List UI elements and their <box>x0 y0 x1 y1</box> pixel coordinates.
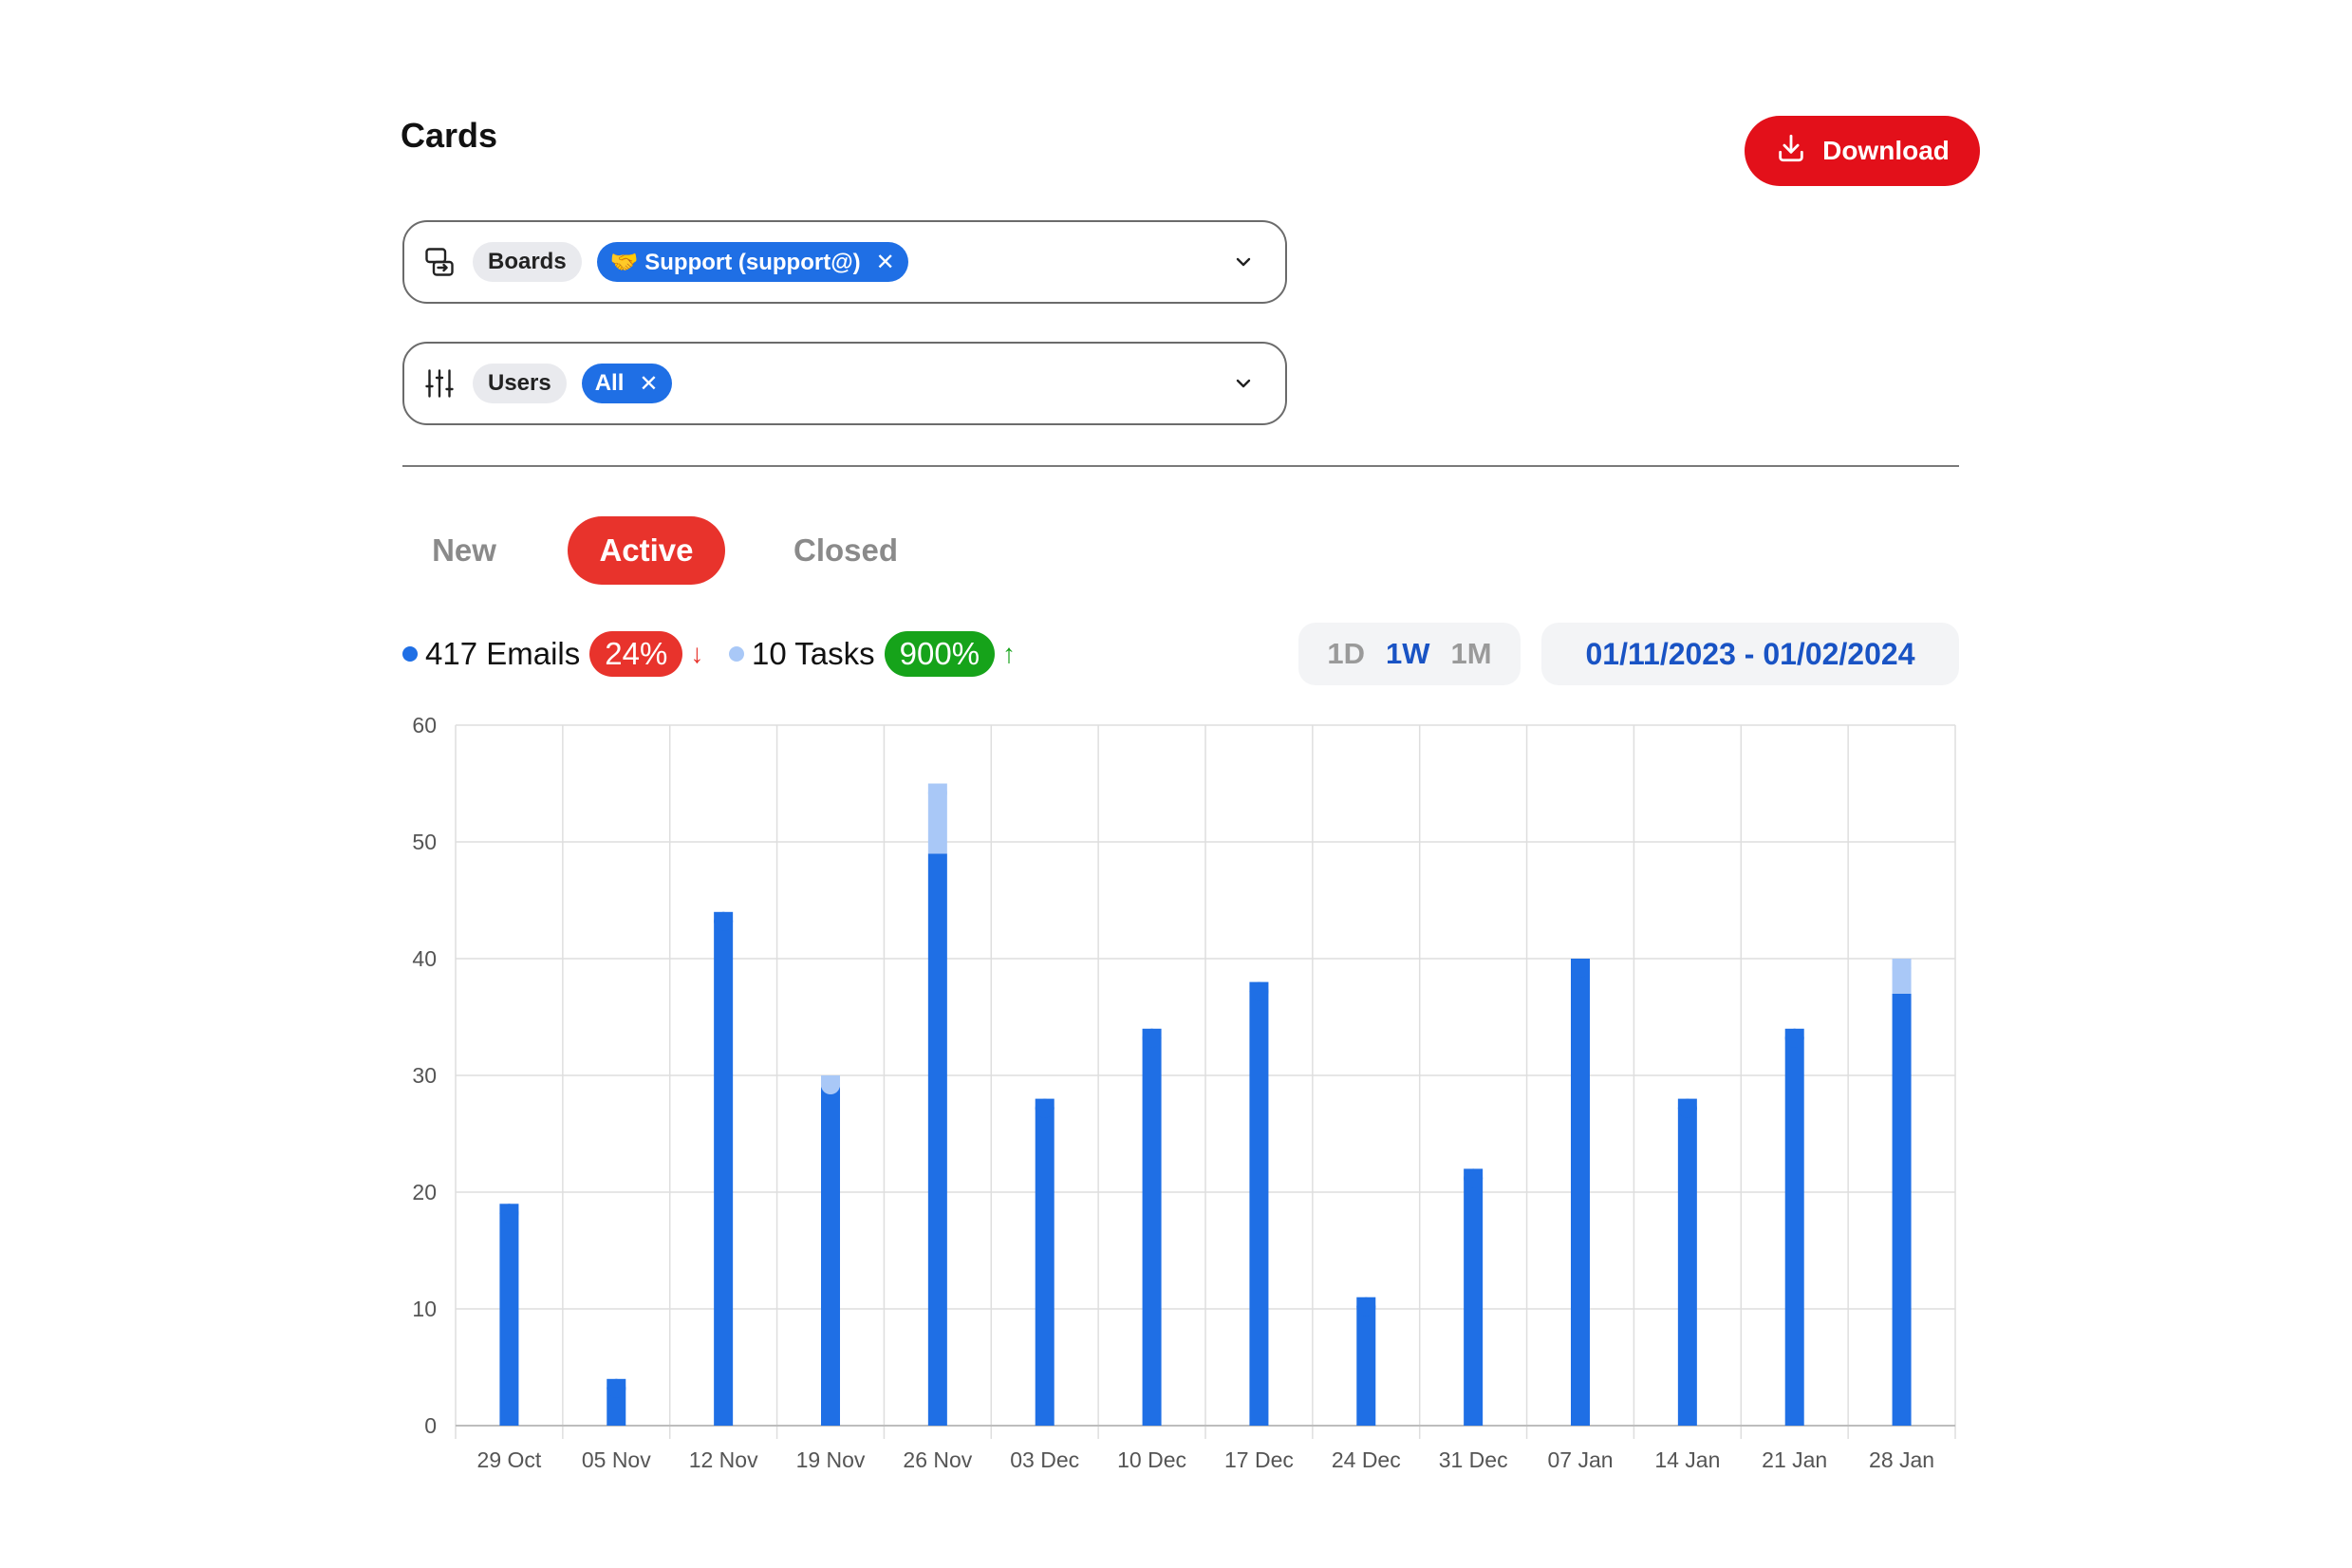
bar-cap <box>714 911 734 931</box>
bar-emails <box>499 1204 519 1426</box>
bar-emails <box>1892 993 1912 1426</box>
x-tick-label: 26 Nov <box>903 1447 972 1472</box>
bar-emails <box>1142 1028 1162 1426</box>
bar-cap <box>1249 981 1269 1001</box>
bar-emails <box>1356 1297 1376 1426</box>
bar-cap <box>1571 959 1590 978</box>
bar-emails <box>1035 1098 1055 1426</box>
bar-cap <box>1356 1297 1376 1316</box>
x-tick-label: 12 Nov <box>689 1447 758 1472</box>
bar-emails <box>927 853 947 1426</box>
bar-cap <box>927 783 947 803</box>
x-tick-label: 19 Nov <box>796 1447 866 1472</box>
y-tick-label: 10 <box>412 1297 437 1321</box>
x-tick-label: 05 Nov <box>582 1447 651 1472</box>
bar-cap <box>1035 1098 1055 1118</box>
bar-emails <box>1784 1028 1804 1426</box>
x-tick-label: 21 Jan <box>1762 1447 1827 1472</box>
bar-emails <box>1464 1168 1484 1426</box>
bar-cap <box>1892 959 1912 978</box>
bar-chart: 0 10 20 30 40 50 60 29 Oct 05 Nov 12 Nov 19 Nov 26 … <box>412 713 1956 1472</box>
y-tick-label: 0 <box>424 1413 437 1438</box>
x-tick-label: 14 Jan <box>1654 1447 1720 1472</box>
bar-cap <box>499 1204 519 1223</box>
bar-emails <box>1571 959 1590 1426</box>
y-tick-label: 40 <box>412 946 437 971</box>
y-tick-label: 30 <box>412 1063 437 1088</box>
x-tick-label: 31 Dec <box>1439 1447 1508 1472</box>
bar-cap <box>607 1378 626 1398</box>
x-tick-label: 03 Dec <box>1010 1447 1079 1472</box>
x-tick-label: 29 Oct <box>477 1447 542 1472</box>
x-tick-label: 10 Dec <box>1117 1447 1186 1472</box>
y-tick-label: 20 <box>412 1180 437 1204</box>
x-tick-label: 07 Jan <box>1547 1447 1613 1472</box>
bar-cap <box>1464 1168 1484 1188</box>
bar-cap <box>1142 1028 1162 1048</box>
bar-emails <box>821 1087 840 1426</box>
bar-emails <box>714 911 734 1426</box>
bar-emails <box>1677 1098 1697 1426</box>
x-tick-label: 28 Jan <box>1869 1447 1934 1472</box>
y-tick-label: 50 <box>412 830 437 854</box>
bar-emails <box>1249 981 1269 1426</box>
bar-cap <box>1677 1098 1697 1118</box>
bar-cap <box>1784 1028 1804 1048</box>
x-tick-label: 24 Dec <box>1332 1447 1401 1472</box>
bar-cap <box>821 1075 840 1094</box>
y-tick-label: 60 <box>412 713 437 737</box>
x-tick-label: 17 Dec <box>1224 1447 1294 1472</box>
